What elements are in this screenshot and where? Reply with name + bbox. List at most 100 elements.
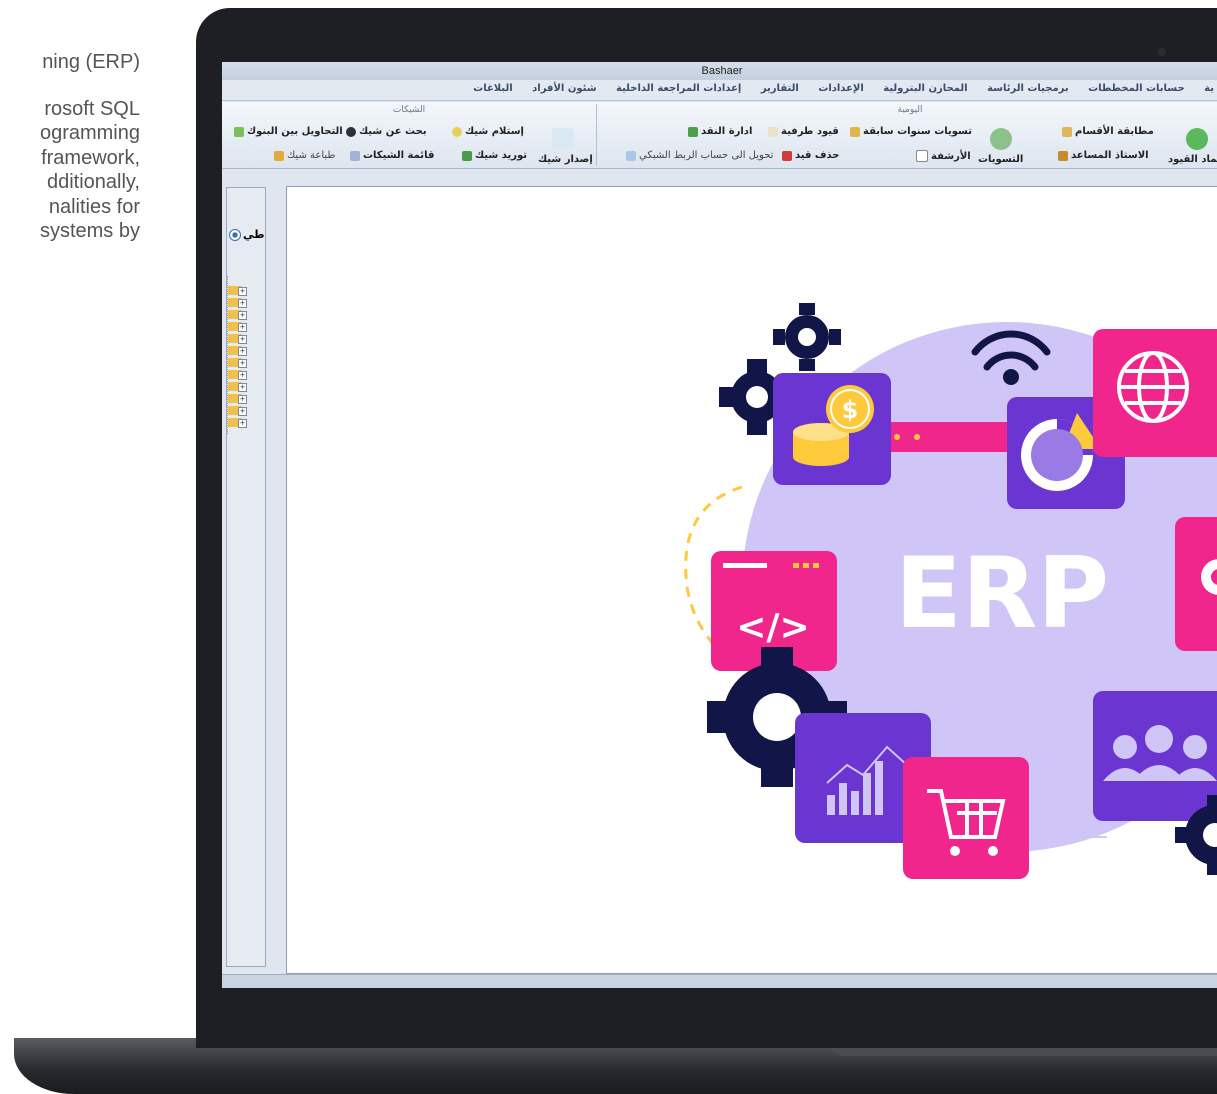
bank-transfers-label: التحاويل بين البنوك bbox=[247, 126, 343, 137]
bg-line: ning (ERP) bbox=[42, 51, 140, 73]
transfer-icon bbox=[234, 126, 244, 137]
expand-icon[interactable]: + bbox=[238, 419, 247, 428]
supply-icon bbox=[462, 150, 472, 161]
cash-icon bbox=[688, 126, 698, 137]
window-title: Bashaer bbox=[222, 62, 1217, 80]
background-text: ning (ERP) rosoft SQL ogramming framewor… bbox=[0, 50, 140, 244]
group-title: الشيكات bbox=[392, 105, 426, 115]
app-window: Bashaer ية حسابات المخططات برمجيات الرئا… bbox=[222, 62, 1217, 988]
expand-icon[interactable]: + bbox=[238, 311, 247, 320]
bg-line: framework, bbox=[41, 146, 140, 169]
receive-icon bbox=[452, 126, 462, 137]
delete-entry-label: حذف قيد bbox=[795, 150, 840, 161]
match-departments-label: مطابقة الأقسام bbox=[1075, 126, 1154, 137]
search-icon bbox=[346, 126, 356, 137]
expand-icon[interactable]: + bbox=[238, 359, 247, 368]
menu-item[interactable]: البلاغات bbox=[465, 80, 521, 94]
print-check-label: طباعة شيك bbox=[287, 150, 336, 161]
radio-label: طي bbox=[243, 228, 265, 241]
search-check-button[interactable]: بحث عن شيك bbox=[346, 126, 427, 137]
supply-check-label: توريد شيك bbox=[475, 150, 528, 161]
menu-item[interactable]: شئون الأفراد bbox=[524, 80, 604, 94]
tree-view: + + + + + + + + + + + + bbox=[227, 276, 258, 434]
settlements-label: التسويات bbox=[978, 154, 1024, 165]
menu-bar: ية حسابات المخططات برمجيات الرئاسة المحا… bbox=[222, 80, 1217, 101]
bg-line: dditionally, bbox=[46, 171, 140, 193]
ribbon: الشيكات اليومية التحاويل بين البنوك طباع… bbox=[222, 102, 1217, 169]
prior-years-settlements-label: تسويات سنوات سابقة bbox=[863, 126, 972, 137]
code-icon: </> bbox=[736, 607, 809, 648]
receive-check-button[interactable]: إستلام شيك bbox=[452, 126, 524, 137]
archive-icon bbox=[916, 150, 928, 162]
match-departments-button[interactable]: مطابقة الأقسام bbox=[1062, 126, 1154, 137]
transfer-network-button[interactable]: تحويل الى حساب الربط الشبكي bbox=[626, 150, 773, 161]
helper-professor-label: الاستاذ المساعد bbox=[1071, 150, 1149, 161]
menu-item[interactable]: الإعدادات bbox=[810, 80, 872, 94]
check-mark-icon bbox=[1186, 128, 1208, 150]
menu-item[interactable]: برمجيات الرئاسة bbox=[979, 80, 1077, 94]
expand-icon[interactable]: + bbox=[238, 407, 247, 416]
helper-professor-button[interactable]: الاستاذ المساعد bbox=[1058, 150, 1149, 161]
list-icon bbox=[350, 150, 360, 161]
match-icon bbox=[1062, 126, 1072, 137]
menu-item[interactable]: حسابات المخططات bbox=[1080, 80, 1193, 94]
delete-icon bbox=[782, 150, 792, 161]
cash-management-button[interactable]: ادارة النقد bbox=[688, 126, 752, 137]
bg-line: ogramming bbox=[39, 122, 140, 144]
issue-check-icon bbox=[552, 128, 574, 150]
settlements-icon-large bbox=[990, 128, 1012, 150]
expand-icon[interactable]: + bbox=[238, 371, 247, 380]
gear-icon bbox=[773, 303, 841, 371]
camera-icon bbox=[1158, 48, 1166, 56]
expand-icon[interactable]: + bbox=[238, 383, 247, 392]
expand-icon[interactable]: + bbox=[238, 287, 247, 296]
delete-entry-button[interactable]: حذف قيد bbox=[782, 150, 840, 161]
search-check-label: بحث عن شيك bbox=[359, 126, 427, 137]
ledger-icon bbox=[1058, 150, 1068, 161]
bank-transfers-button[interactable]: التحاويل بين البنوك bbox=[234, 126, 343, 137]
side-entries-label: قيود طرفية bbox=[781, 126, 839, 137]
bg-line: nalities for bbox=[48, 195, 140, 218]
cash-management-label: ادارة النقد bbox=[701, 126, 753, 137]
navigation-panel: طي + + + + + + + + + + + + bbox=[226, 187, 266, 967]
supply-check-button[interactable]: توريد شيك bbox=[462, 150, 527, 161]
expand-icon[interactable]: + bbox=[238, 323, 247, 332]
expand-icon[interactable]: + bbox=[238, 395, 247, 404]
side-entries-button[interactable]: قيود طرفية bbox=[768, 126, 839, 137]
print-icon bbox=[274, 150, 284, 161]
status-bar bbox=[222, 974, 1217, 988]
collapse-radio[interactable]: طي bbox=[229, 228, 265, 241]
prior-years-settlements-button[interactable]: تسويات سنوات سابقة bbox=[850, 126, 972, 137]
transfer-network-label: تحويل الى حساب الربط الشبكي bbox=[639, 150, 774, 161]
checks-list-button[interactable]: قائمة الشيكات bbox=[350, 150, 434, 161]
receive-check-label: إستلام شيك bbox=[465, 126, 524, 137]
issue-check-label: إصدار شيك bbox=[538, 154, 593, 165]
globe-card bbox=[1093, 329, 1217, 457]
dollar-sign: $ bbox=[842, 396, 859, 424]
issue-check-button[interactable]: إصدار شيك bbox=[538, 154, 593, 165]
expand-icon[interactable]: + bbox=[238, 335, 247, 344]
expand-icon[interactable]: + bbox=[238, 347, 247, 356]
menu-item[interactable]: ية bbox=[1196, 80, 1217, 94]
menu-item[interactable]: إعدادات المراجعة الداخلية bbox=[608, 80, 749, 94]
expand-icon[interactable]: + bbox=[238, 299, 247, 308]
bg-line: systems by bbox=[39, 220, 140, 242]
erp-title: ERP bbox=[895, 537, 1109, 651]
print-check-button[interactable]: طباعة شيك bbox=[274, 150, 335, 161]
approve-entries-button[interactable]: عتماد القيود bbox=[1168, 154, 1217, 165]
edit-icon bbox=[768, 126, 778, 137]
archive-label: الأرشفة bbox=[931, 150, 971, 162]
radio-icon bbox=[229, 228, 241, 241]
menu-item[interactable]: المحازن البترولية bbox=[875, 80, 975, 94]
approve-entries-label: عتماد القيود bbox=[1168, 154, 1217, 165]
main-content-area: $ </> ERP bbox=[286, 186, 1217, 974]
menu-item[interactable]: التقارير bbox=[753, 80, 807, 94]
group-title: اليومية bbox=[897, 105, 923, 115]
network-icon bbox=[626, 150, 636, 161]
checks-list-label: قائمة الشيكات bbox=[363, 150, 435, 161]
archive-button[interactable]: الأرشفة bbox=[916, 150, 971, 162]
settlements-button[interactable]: التسويات bbox=[978, 154, 1023, 165]
erp-illustration: $ </> ERP bbox=[684, 303, 1217, 879]
bg-line: rosoft SQL bbox=[44, 97, 140, 120]
settlements-icon bbox=[850, 126, 860, 137]
